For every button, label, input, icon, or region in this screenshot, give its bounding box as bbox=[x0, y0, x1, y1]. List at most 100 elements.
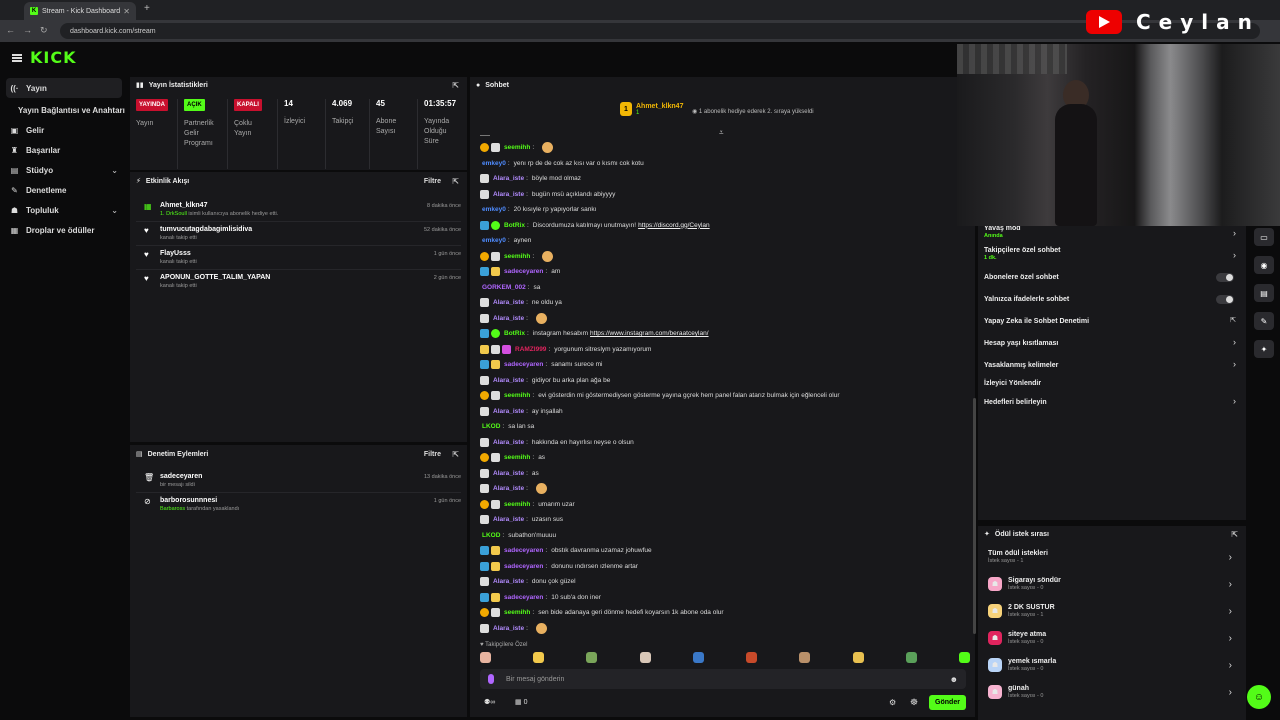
mic-icon[interactable] bbox=[488, 674, 494, 684]
chat-username[interactable]: seemihh bbox=[504, 454, 530, 461]
reward-rail-icon[interactable]: ✦ bbox=[1254, 340, 1274, 358]
chevron-right-icon[interactable]: › bbox=[1233, 396, 1236, 406]
emote-icon[interactable] bbox=[852, 652, 864, 663]
emote-icon[interactable] bbox=[533, 652, 545, 663]
reward-item[interactable]: ☗ siteye atma İstek sayısı - 0 bbox=[988, 631, 1046, 645]
sidebar-item-achievements[interactable]: ♜ Başarılar bbox=[0, 140, 128, 160]
chat-scrollbar[interactable] bbox=[973, 398, 976, 634]
chat-username[interactable]: Alara_iste bbox=[493, 315, 524, 322]
popout-icon[interactable]: ⇱ bbox=[452, 450, 459, 459]
chevron-right-icon[interactable]: › bbox=[1233, 337, 1236, 347]
chevron-right-icon[interactable]: › bbox=[1229, 552, 1232, 563]
chat-username[interactable]: sadeceyaren bbox=[504, 361, 543, 368]
emote-icon[interactable] bbox=[799, 652, 811, 663]
emote-icon[interactable] bbox=[692, 652, 704, 663]
emote-icon[interactable] bbox=[586, 652, 598, 663]
menu-icon[interactable] bbox=[12, 54, 22, 62]
chevron-right-icon[interactable]: › bbox=[1229, 606, 1232, 617]
chat-username[interactable]: BotRix bbox=[504, 222, 525, 229]
chat-message-input[interactable]: Bir mesaj gönderin ☻ bbox=[480, 669, 966, 689]
sidebar-item-stream[interactable]: ((· Yayın bbox=[6, 78, 122, 98]
chat-username[interactable]: emkey0 bbox=[482, 237, 506, 244]
chat-username[interactable]: Alara_iste bbox=[493, 516, 524, 523]
chat-username[interactable]: seemihh bbox=[504, 609, 530, 616]
sidebar-item-studio[interactable]: ▤ Stüdyo ⌄ bbox=[0, 160, 128, 180]
chevron-right-icon[interactable]: › bbox=[1233, 359, 1236, 369]
chevron-right-icon[interactable]: › bbox=[1229, 660, 1232, 671]
send-button[interactable]: Gönder bbox=[929, 695, 966, 710]
close-tab-icon[interactable]: ✕ bbox=[123, 7, 130, 16]
sidebar-item-moderation[interactable]: ✎ Denetleme bbox=[0, 180, 128, 200]
chat-username[interactable]: LKOD bbox=[482, 532, 500, 539]
chat-username[interactable]: emkey0 bbox=[482, 206, 506, 213]
chat-username[interactable]: sadeceyaren bbox=[504, 268, 543, 275]
chat-link[interactable]: https://www.instagram.com/beraatceylan/ bbox=[590, 330, 709, 337]
wrench-rail-icon[interactable]: ✎ bbox=[1254, 312, 1274, 330]
chevron-right-icon[interactable]: › bbox=[1233, 228, 1236, 238]
chat-username[interactable]: Alara_iste bbox=[493, 299, 524, 306]
popout-icon[interactable]: ⇱ bbox=[452, 177, 459, 186]
pinned-chevron-icon[interactable]: ⩡ bbox=[719, 128, 724, 138]
setting-followers-only[interactable]: Takipçilere özel sohbet 1 dk. bbox=[984, 247, 1061, 261]
feed-user[interactable]: FlayUsss bbox=[160, 250, 197, 257]
setting-slow-mode[interactable]: Yavaş mod Anında bbox=[984, 225, 1021, 239]
reward-item[interactable]: ☗ Sigarayı söndür İstek sayısı - 0 bbox=[988, 577, 1061, 591]
chat-username[interactable]: GORKEM_002 bbox=[482, 284, 526, 291]
chevron-right-icon[interactable]: › bbox=[1233, 250, 1236, 260]
reward-item[interactable]: ☗ günah İstek sayısı - 0 bbox=[988, 685, 1043, 699]
emote-icon[interactable] bbox=[958, 652, 970, 663]
bot-icon[interactable]: ☸ bbox=[910, 697, 918, 708]
setting-ai-moderation[interactable]: Yapay Zeka ile Sohbet Denetimi bbox=[984, 318, 1089, 325]
feed-user[interactable]: barborosunnnesi bbox=[160, 497, 239, 504]
emoji-icon[interactable]: ☻ bbox=[950, 675, 958, 684]
chat-username[interactable]: seemihh bbox=[504, 501, 530, 508]
chat-username[interactable]: seemihh bbox=[504, 144, 530, 151]
new-tab-icon[interactable]: + bbox=[144, 3, 150, 14]
chat-username[interactable]: Alara_iste bbox=[493, 377, 524, 384]
chat-username[interactable]: sadeceyaren bbox=[504, 547, 543, 554]
chat-username[interactable]: sadeceyaren bbox=[504, 594, 543, 601]
rewards-counter[interactable]: ⚉∞ bbox=[484, 698, 495, 706]
chat-username[interactable]: Alara_iste bbox=[493, 191, 524, 198]
emote-icon[interactable] bbox=[639, 652, 651, 663]
chat-username[interactable]: Alara_iste bbox=[493, 408, 524, 415]
chat-username[interactable]: Alara_iste bbox=[493, 625, 524, 632]
chevron-right-icon[interactable]: › bbox=[1229, 579, 1232, 590]
emotes-only-toggle[interactable] bbox=[1216, 295, 1234, 304]
emote-icon[interactable] bbox=[746, 652, 758, 663]
popout-icon[interactable]: ⇱ bbox=[452, 81, 459, 90]
setting-raid[interactable]: İzleyici Yönlendir bbox=[984, 380, 1041, 387]
chat-username[interactable]: sadeceyaren bbox=[504, 563, 543, 570]
filter-button[interactable]: Filtre bbox=[424, 451, 441, 458]
emote-icon[interactable] bbox=[905, 652, 917, 663]
popout-icon[interactable]: ⇱ bbox=[1231, 530, 1238, 539]
broadcast-rail-icon[interactable]: ◉ bbox=[1254, 256, 1274, 274]
chevron-right-icon[interactable]: › bbox=[1229, 633, 1232, 644]
emote-icon[interactable] bbox=[480, 652, 491, 663]
chat-username[interactable]: Alara_iste bbox=[493, 470, 524, 477]
browser-nav-icons[interactable]: ←→↻ bbox=[6, 25, 56, 36]
feed-user[interactable]: sadeceyaren bbox=[160, 473, 202, 480]
setting-banned-words[interactable]: Yasaklanmış kelimeler bbox=[984, 362, 1058, 369]
sidebar-item-drops[interactable]: ▦ Droplar ve ödüller bbox=[0, 220, 128, 240]
sidebar-item-community[interactable]: ☗ Topluluk ⌄ bbox=[0, 200, 128, 220]
feed-user[interactable]: Ahmet_klkn47 bbox=[160, 202, 278, 209]
reward-item[interactable]: ☗ 2 DK SUSTUR İstek sayısı - 1 bbox=[988, 604, 1055, 618]
popout-icon[interactable]: ⇱ bbox=[1230, 316, 1236, 324]
sidebar-item-stream-key[interactable]: Yayın Bağlantısı ve Anahtarı bbox=[0, 100, 128, 120]
chat-username[interactable]: LKOD bbox=[482, 423, 500, 430]
reward-item[interactable]: ☗ yemek ısmarla İstek sayısı - 0 bbox=[988, 658, 1056, 672]
kick-logo[interactable]: KICK bbox=[30, 48, 77, 67]
chat-username[interactable]: RAMZI999 bbox=[515, 346, 546, 353]
chevron-right-icon[interactable]: › bbox=[1229, 687, 1232, 698]
feed-user[interactable]: APONUN_GOTTE_TALIM_YAPAN bbox=[160, 274, 270, 281]
gear-icon[interactable]: ⚙ bbox=[889, 698, 896, 707]
help-fab-icon[interactable]: ☺ bbox=[1247, 685, 1271, 709]
chat-username[interactable]: seemihh bbox=[504, 253, 530, 260]
chat-username[interactable]: Alara_iste bbox=[493, 175, 524, 182]
chat-username[interactable]: Alara_iste bbox=[493, 485, 524, 492]
setting-goals[interactable]: Hedefleri belirleyin bbox=[984, 399, 1047, 406]
url-bar[interactable]: dashboard.kick.com/stream bbox=[60, 23, 1260, 39]
chat-username[interactable]: Alara_iste bbox=[493, 439, 524, 446]
setting-account-age[interactable]: Hesap yaşı kısıtlaması bbox=[984, 340, 1058, 347]
